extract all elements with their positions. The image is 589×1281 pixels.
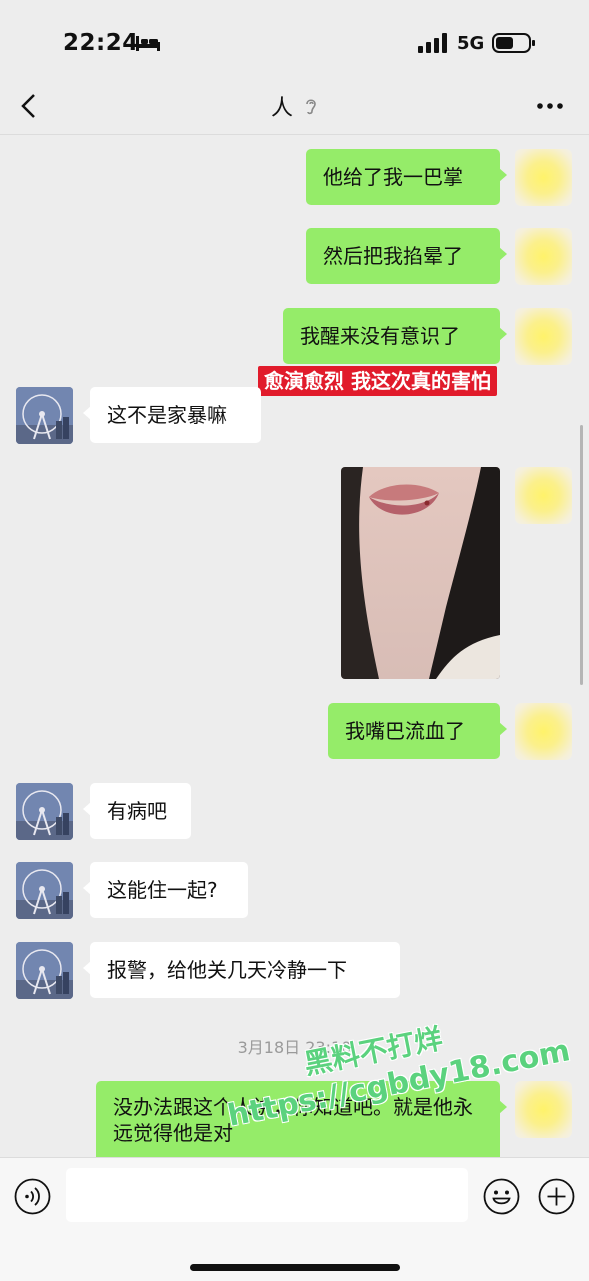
more-options-icon[interactable] [536,94,564,118]
message-text: 然后把我掐晕了 [323,244,463,268]
message-list[interactable]: 他给了我一巴掌 然后把我掐晕了 我醒来没有意识了 愈演愈烈 我这次真的害怕 这不… [0,135,589,1157]
plus-icon[interactable] [538,1178,575,1215]
message-bubble-sent[interactable]: 我嘴巴流血了 [328,703,507,759]
contact-avatar[interactable] [16,942,73,999]
message-bubble-sent[interactable]: 他给了我一巴掌 [306,149,507,205]
network-type: 5G [457,33,485,54]
input-bar [0,1157,589,1281]
ferris-wheel-avatar-image [16,942,73,999]
message-bubble-received[interactable]: 报警，给他关几天冷静一下 [83,942,400,998]
status-bar: 22:24 5G [0,0,589,80]
contact-avatar[interactable] [16,862,73,919]
emoji-icon[interactable] [483,1178,520,1215]
message-text: 这不是家暴嘛 [107,403,227,427]
message-text: 没办法跟这个人讲，你知道吧。就是他永远觉得他是对 [113,1095,473,1145]
my-avatar[interactable] [515,1081,572,1138]
message-text: 我嘴巴流血了 [345,719,465,743]
my-avatar[interactable] [515,467,572,524]
message-text: 报警，给他关几天冷静一下 [107,958,347,982]
chat-title: 人 [0,90,589,122]
message-text: 我醒来没有意识了 [300,324,460,348]
message-bubble-received[interactable]: 这不是家暴嘛 [83,387,261,443]
contact-avatar[interactable] [16,387,73,444]
earpiece-mode-icon [306,99,316,115]
message-text: 这能住一起? [107,878,218,902]
ferris-wheel-avatar-image [16,783,73,840]
face-photo-image [341,467,500,679]
message-input[interactable] [66,1168,468,1222]
ferris-wheel-avatar-image [16,387,73,444]
message-bubble-received[interactable]: 有病吧 [83,783,191,839]
contact-avatar[interactable] [16,783,73,840]
message-bubble-received[interactable]: 这能住一起? [83,862,248,918]
scrollbar[interactable] [580,425,583,685]
voice-input-icon[interactable] [14,1178,51,1215]
battery-icon [492,33,535,53]
message-timestamp: 3月18日 23:10 [237,1038,352,1057]
contact-name: 人 [270,96,293,121]
my-avatar[interactable] [515,703,572,760]
my-avatar[interactable] [515,228,572,285]
signal-icon [418,33,447,53]
photo-message[interactable] [341,467,500,679]
home-indicator[interactable] [190,1264,400,1271]
my-avatar[interactable] [515,308,572,365]
sleep-focus-icon [136,36,160,51]
ferris-wheel-avatar-image [16,862,73,919]
my-avatar[interactable] [515,149,572,206]
message-text: 有病吧 [107,799,167,823]
status-time: 22:24 [63,30,139,56]
message-bubble-sent[interactable]: 没办法跟这个人讲，你知道吧。就是他永远觉得他是对 [96,1081,507,1157]
message-bubble-sent[interactable]: 我醒来没有意识了 [283,308,507,364]
message-bubble-sent[interactable]: 然后把我掐晕了 [306,228,507,284]
chat-header: 人 [0,80,589,135]
message-text: 他给了我一巴掌 [323,165,463,189]
overlay-caption: 愈演愈烈 我这次真的害怕 [258,366,497,396]
